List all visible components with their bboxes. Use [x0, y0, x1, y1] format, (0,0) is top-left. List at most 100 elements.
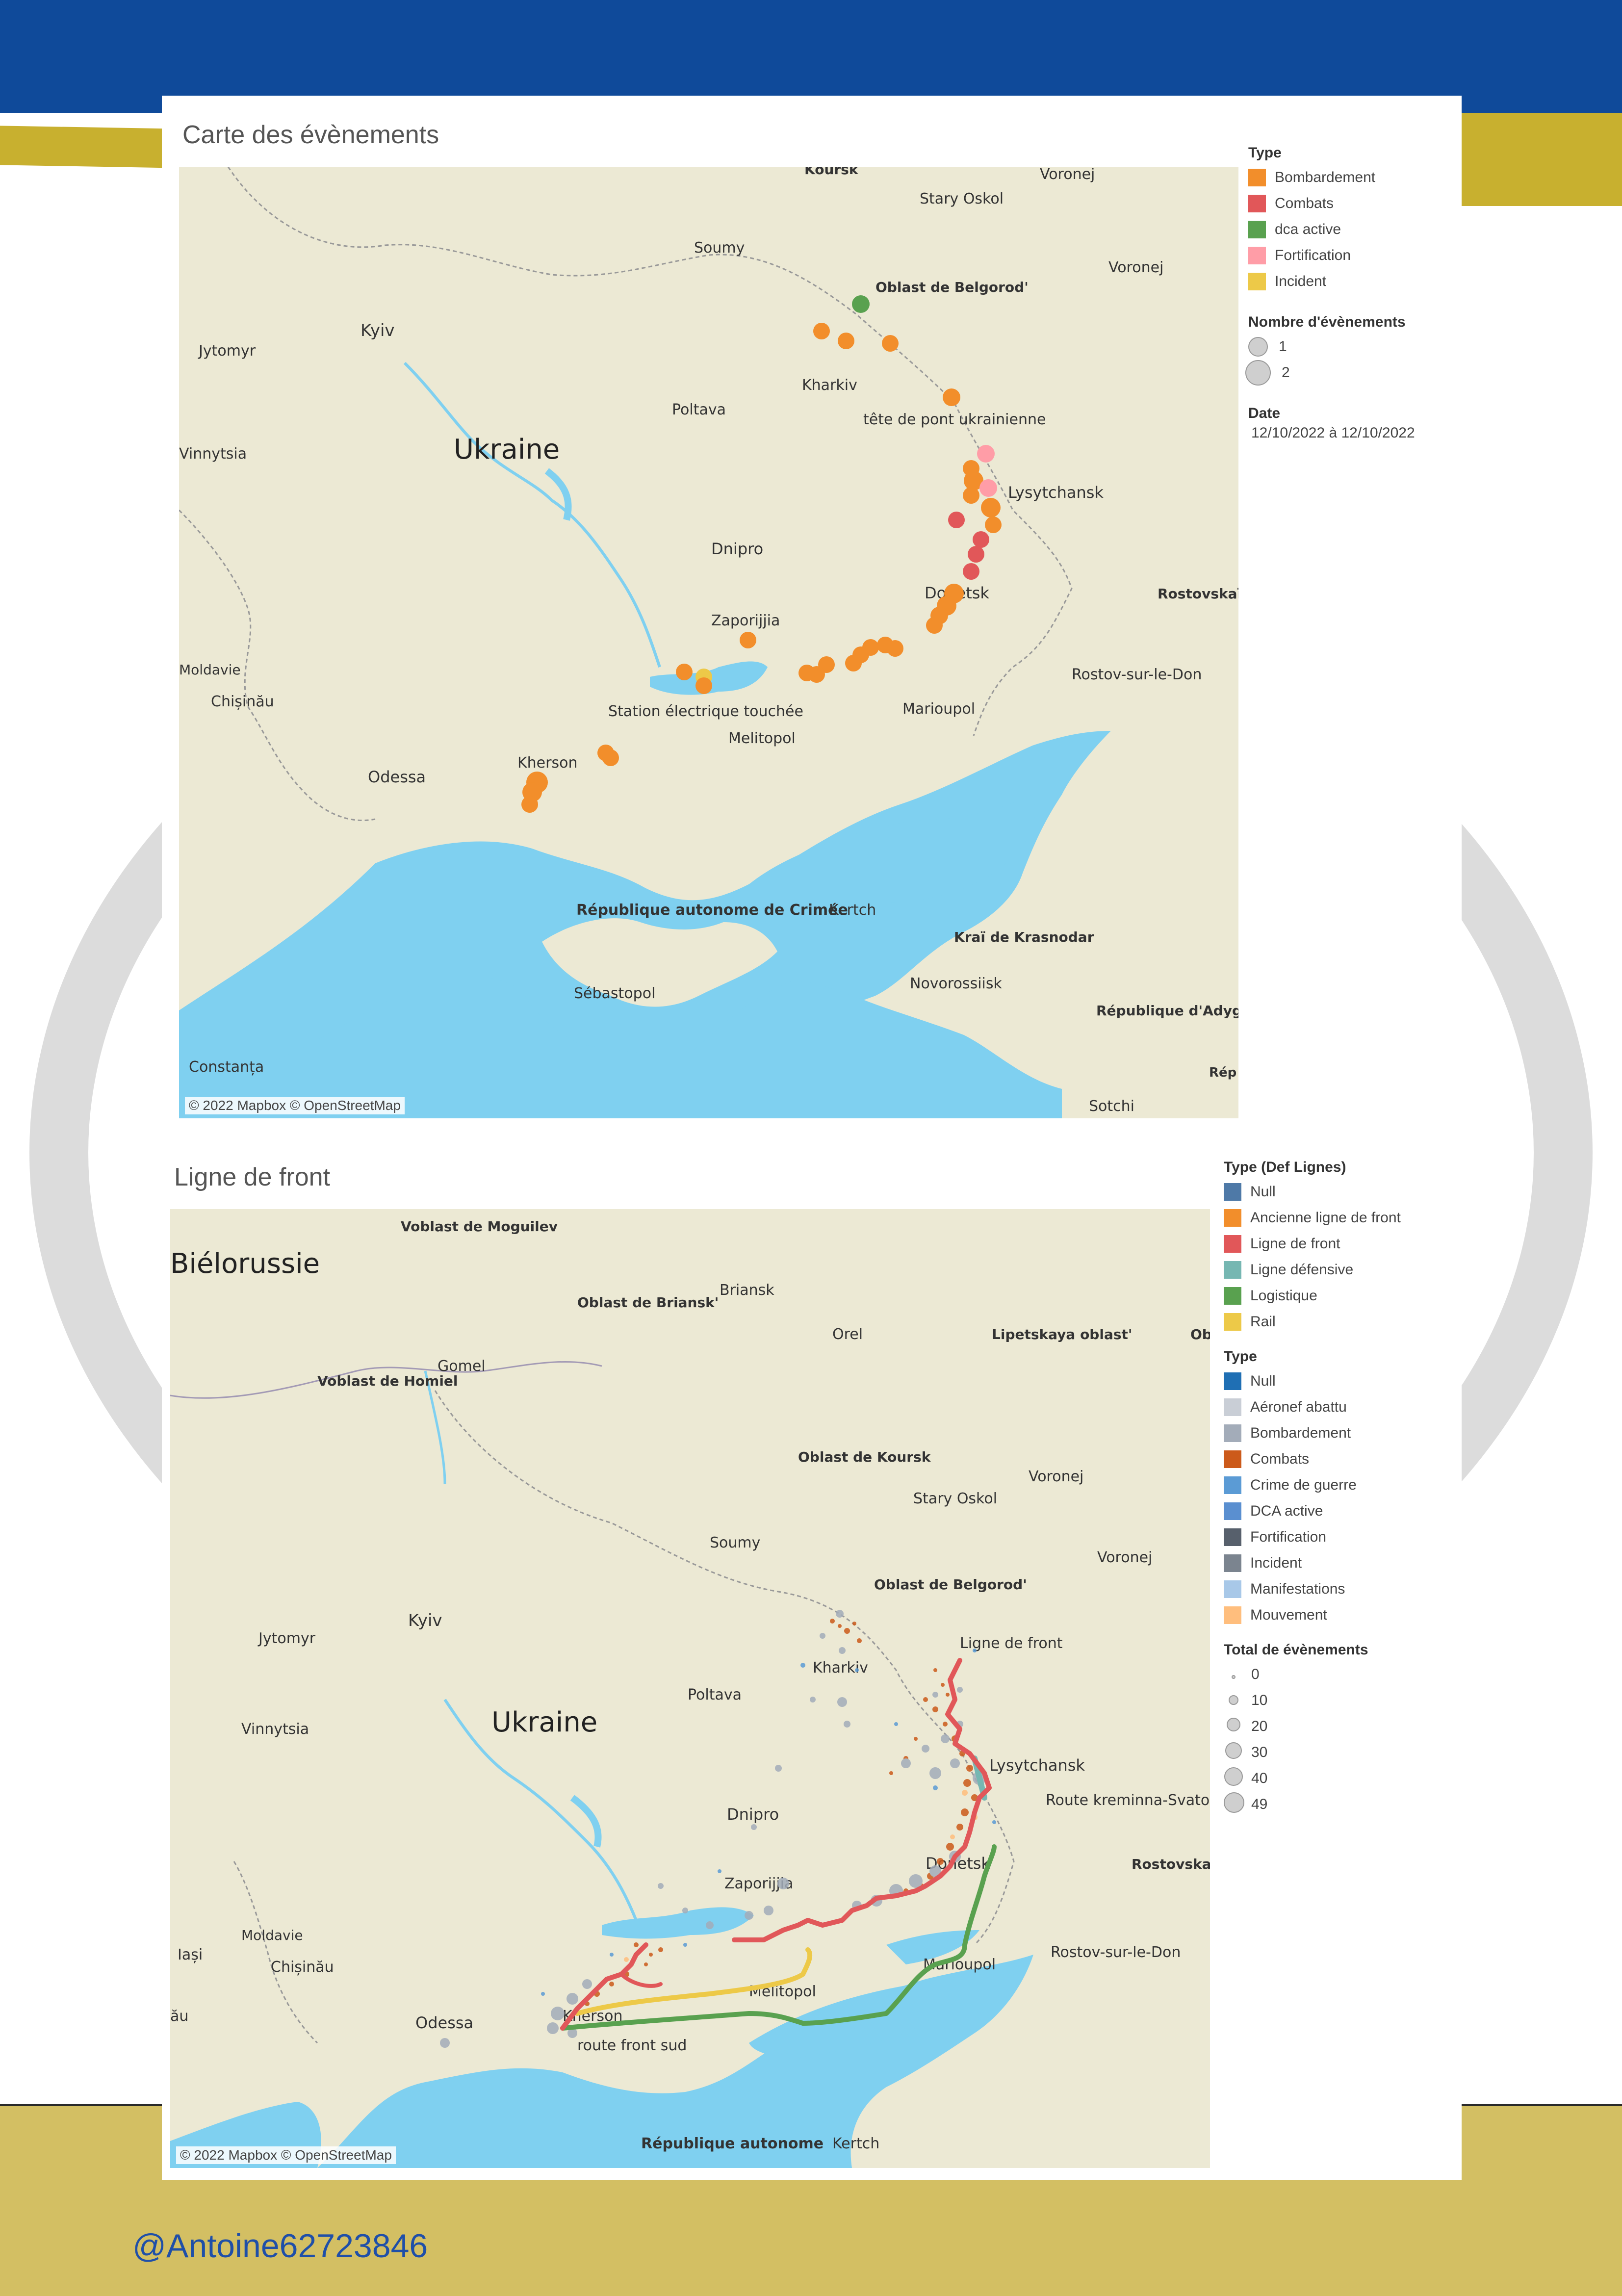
label-crimee: République autonome: [641, 2135, 824, 2152]
legend-item-fortification[interactable]: Fortification: [1248, 242, 1459, 268]
label-oblast-koursk: Oblast de Koursk: [798, 1449, 931, 1465]
legend-line-front[interactable]: Ligne de front: [1224, 1231, 1454, 1257]
label-voronej: Voronej: [1040, 167, 1095, 183]
legend-line-logistique[interactable]: Logistique: [1224, 1283, 1454, 1309]
event-marker[interactable]: [845, 655, 862, 671]
event-marker[interactable]: [973, 531, 989, 548]
legend-count-2[interactable]: 2: [1245, 360, 1459, 386]
label-kertch: Kertch: [829, 902, 876, 919]
legend-type-title: Type: [1248, 145, 1282, 161]
map1-events-map[interactable]: Koursk Stary Oskol Voronej Soumy Oblast …: [179, 167, 1238, 1118]
event-marker[interactable]: [521, 796, 538, 813]
label-adyguee: République d'Adyguée: [1096, 1003, 1238, 1019]
swatch: [1224, 1424, 1241, 1442]
legend-date-title: Date: [1248, 405, 1281, 421]
label-stary-oskol: Stary Oskol: [913, 1490, 997, 1507]
map1-attribution[interactable]: © 2022 Mapbox © OpenStreetMap: [185, 1097, 405, 1114]
label-kharkiv: Kharkiv: [813, 1659, 868, 1677]
legend-total-40[interactable]: 40: [1224, 1765, 1454, 1791]
dashboard-panel: Carte des évènements Koursk Stary Oskol: [162, 96, 1462, 2180]
event-marker[interactable]: [963, 487, 979, 504]
label-kharkiv: Kharkiv: [802, 377, 857, 394]
size-circle: [1225, 1742, 1242, 1759]
label-lysytchansk: Lysytchansk: [1008, 483, 1104, 502]
event-marker[interactable]: [985, 516, 1002, 533]
event-marker[interactable]: [852, 295, 870, 313]
legend-type-combats[interactable]: Combats: [1224, 1446, 1454, 1472]
label-sebastopol: Sébastopol: [574, 985, 655, 1002]
map1-legend-date: Date 12/10/2022 à 12/10/2022: [1248, 405, 1459, 441]
event-marker[interactable]: [602, 749, 619, 766]
event-marker[interactable]: [926, 617, 943, 634]
label-homiel: Voblast de Homiel: [317, 1373, 458, 1389]
legend-total-10[interactable]: 10: [1224, 1687, 1454, 1713]
swatch: [1224, 1261, 1241, 1279]
annotation-route-kreminna: Route kreminna-Svatove, "li: [1046, 1792, 1210, 1809]
event-marker[interactable]: [963, 563, 979, 580]
map1-legend-count: Nombre d'évènements 1 2: [1245, 314, 1459, 386]
event-marker[interactable]: [798, 665, 815, 681]
event-marker[interactable]: [981, 498, 1001, 517]
label-melitopol: Melitopol: [728, 730, 796, 747]
event-marker[interactable]: [838, 333, 854, 349]
event-marker[interactable]: [740, 632, 756, 648]
label-rostov: Rostov-sur-le-Don: [1051, 1944, 1181, 1961]
legend-type-manifestations[interactable]: Manifestations: [1224, 1576, 1454, 1602]
map2-attribution[interactable]: © 2022 Mapbox © OpenStreetMap: [176, 2146, 396, 2164]
event-marker[interactable]: [695, 677, 712, 694]
map2-title: Ligne de front: [174, 1163, 331, 1191]
event-marker[interactable]: [943, 388, 960, 406]
event-marker[interactable]: [882, 335, 899, 352]
legend-total-0[interactable]: 0: [1224, 1661, 1454, 1687]
legend-total-20[interactable]: 20: [1224, 1713, 1454, 1739]
label-koursk: Koursk: [804, 167, 859, 178]
legend-type-fortification[interactable]: Fortification: [1224, 1524, 1454, 1550]
label-chisinau: Chișinău: [211, 693, 274, 710]
swatch: [1224, 1209, 1241, 1227]
swatch: [1224, 1502, 1241, 1520]
event-marker[interactable]: [948, 512, 965, 528]
legend-line-null[interactable]: Null: [1224, 1179, 1454, 1205]
legend-type-incident[interactable]: Incident: [1224, 1550, 1454, 1576]
legend-type-bombardement[interactable]: Bombardement: [1224, 1420, 1454, 1446]
label-constanta: Constanța: [189, 1058, 264, 1076]
legend-type-crime[interactable]: Crime de guerre: [1224, 1472, 1454, 1498]
legend-date-value[interactable]: 12/10/2022 à 12/10/2022: [1251, 425, 1459, 441]
label-poltava: Poltava: [672, 401, 726, 418]
label-rostovskaia: Rostovskaïa oblast': [1158, 586, 1238, 602]
legend-type-null[interactable]: Null: [1224, 1368, 1454, 1394]
event-marker[interactable]: [887, 640, 903, 657]
size-circle: [1227, 1717, 1240, 1731]
label-moldavie: Moldavie: [179, 662, 241, 678]
legend-count-1[interactable]: 1: [1248, 334, 1459, 360]
size-circle: [1245, 360, 1271, 386]
label-krasnodar: Kraï de Krasnodar: [954, 929, 1094, 945]
legend-line-defensive[interactable]: Ligne défensive: [1224, 1257, 1454, 1283]
event-marker[interactable]: [813, 323, 830, 339]
legend-item-dca-active[interactable]: dca active: [1248, 216, 1459, 242]
legend-line-ancienne[interactable]: Ancienne ligne de front: [1224, 1205, 1454, 1231]
event-marker[interactable]: [977, 445, 995, 463]
event-marker[interactable]: [968, 546, 984, 563]
label-ukraine: Ukraine: [491, 1706, 597, 1738]
event-marker[interactable]: [676, 664, 693, 680]
label-gomel: Gomel: [438, 1358, 486, 1375]
map2-frontline-map[interactable]: Voblast de Moguilev Biélorussie Briansk …: [170, 1209, 1210, 2168]
legend-type-title: Type: [1224, 1348, 1257, 1365]
legend-item-bombardement[interactable]: Bombardement: [1248, 164, 1459, 190]
label-oblast-belgorod: Oblast de Belgorod': [875, 279, 1029, 295]
author-handle[interactable]: @Antoine62723846: [132, 2227, 428, 2265]
legend-item-incident[interactable]: Incident: [1248, 268, 1459, 294]
legend-type-aeronef[interactable]: Aéronef abattu: [1224, 1394, 1454, 1420]
legend-type-mouvement[interactable]: Mouvement: [1224, 1602, 1454, 1628]
event-marker[interactable]: [979, 479, 997, 497]
legend-item-combats[interactable]: Combats: [1248, 190, 1459, 216]
legend-total-title: Total de évènements: [1224, 1642, 1368, 1658]
size-circle: [1229, 1695, 1238, 1705]
legend-type-dca[interactable]: DCA active: [1224, 1498, 1454, 1524]
legend-line-rail[interactable]: Rail: [1224, 1309, 1454, 1335]
size-circle: [1232, 1675, 1236, 1679]
legend-total-49[interactable]: 49: [1224, 1791, 1454, 1817]
legend-total-30[interactable]: 30: [1224, 1739, 1454, 1765]
label-rostovskaia: Rostovskaïa oblast': [1132, 1856, 1210, 1872]
